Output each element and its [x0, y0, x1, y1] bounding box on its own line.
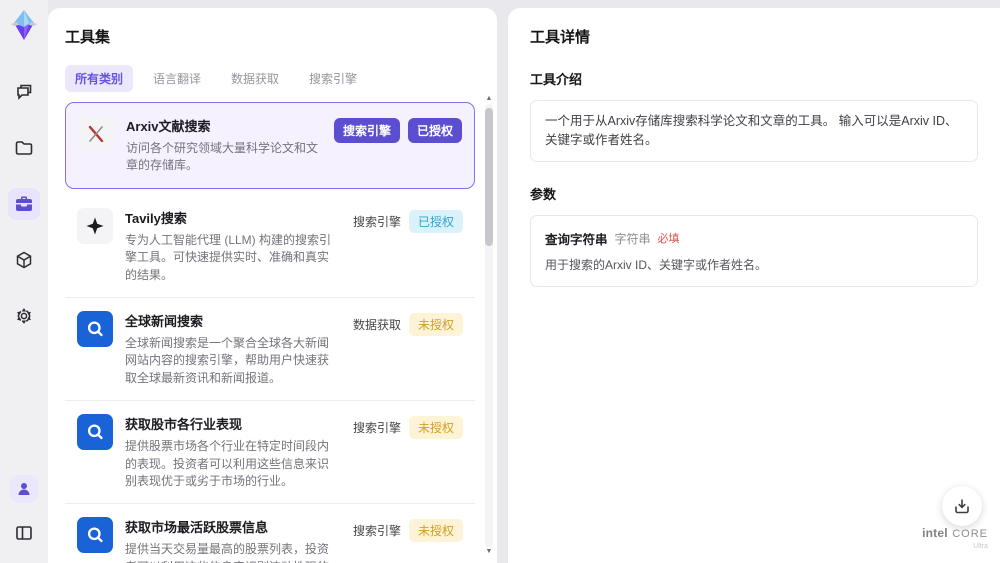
tab-0[interactable]: 所有类别	[65, 65, 134, 92]
list-scrollbar[interactable]: ▲ ▼	[484, 94, 494, 557]
brand-core: CORE	[952, 527, 988, 540]
param-required-badge: 必填	[657, 233, 680, 245]
intro-text: 一个用于从Arxiv存储库搜索科学论文和文章的工具。 输入可以是Arxiv ID…	[530, 100, 978, 162]
detail-title: 工具详情	[530, 29, 591, 46]
page-title: 工具集	[65, 29, 111, 46]
tool-category-label: 搜索引擎	[352, 421, 401, 436]
tool-name: 全球新闻搜索	[125, 313, 204, 329]
download-button[interactable]	[942, 486, 982, 526]
tools-panel: 工具集 所有类别 语言翻译 数据获取 搜索引擎 Arxiv文献搜索 访问各个研究领域大…	[48, 8, 497, 563]
user-icon[interactable]	[10, 475, 38, 503]
tavily-icon	[77, 207, 113, 244]
tool-desc: 提供股票市场各个行业在特定时间段内的表现。投资者可以利用这些信息来识别表现优于或…	[125, 439, 330, 488]
auth-status-badge: 已授权	[408, 209, 463, 233]
tool-desc: 提供当天交易量最高的股票列表，投资者可以利用这些信息来识别流动性强的股票和潜在的…	[125, 542, 330, 563]
params-heading: 参数	[530, 186, 557, 202]
logo-gem-icon[interactable]	[7, 8, 41, 42]
param-item: 查询字符串 字符串 必填 用于搜索的Arxiv ID、关键字或作者姓名。	[530, 214, 978, 287]
download-icon	[953, 497, 971, 515]
brand-intel: intel	[922, 525, 948, 540]
scrollbar-thumb[interactable]	[485, 108, 493, 246]
search-blue-icon	[77, 414, 113, 451]
folder-icon[interactable]	[8, 132, 40, 164]
auth-status-badge: 未授权	[408, 312, 463, 336]
category-tabs: 所有类别 语言翻译 数据获取 搜索引擎	[65, 65, 497, 92]
intro-heading: 工具介绍	[530, 72, 583, 87]
auth-status-badge: 未授权	[408, 519, 463, 543]
tab-1[interactable]: 语言翻译	[143, 65, 211, 92]
tool-row[interactable]: 获取股市各行业表现 提供股票市场各个行业在特定时间段内的表现。投资者可以利用这些…	[65, 401, 475, 505]
param-type: 字符串	[614, 231, 651, 246]
chat-icon[interactable]	[8, 76, 40, 108]
param-desc: 用于搜索的Arxiv ID、关键字或作者姓名。	[545, 257, 768, 272]
brand-ultra: Ultra	[973, 543, 988, 551]
scrollbar-track[interactable]	[485, 104, 493, 547]
tool-detail-panel: 工具详情 工具介绍 一个用于从Arxiv存储库搜索科学论文和文章的工具。 输入可…	[508, 8, 1000, 563]
panel-toggle-icon[interactable]	[8, 517, 40, 549]
tool-category-label: 搜索引擎	[352, 524, 401, 539]
toolbox-icon[interactable]	[8, 188, 40, 220]
tool-name: Tavily搜索	[125, 210, 187, 226]
tool-category-label: 搜索引擎	[333, 118, 400, 143]
tool-list: Arxiv文献搜索 访问各个研究领域大量科学论文和文章的存储库。 搜索引擎 已授…	[65, 102, 497, 563]
gear-icon[interactable]	[8, 300, 40, 332]
tab-3[interactable]: 搜索引擎	[299, 65, 367, 92]
tool-desc: 专为人工智能代理 (LLM) 构建的搜索引擎工具。可快速提供实时、准确和真实的结…	[125, 232, 332, 282]
tool-row[interactable]: 获取市场最活跃股票信息 提供当天交易量最高的股票列表，投资者可以利用这些信息来识…	[65, 504, 475, 563]
tool-name: Arxiv文献搜索	[126, 119, 211, 134]
tool-row[interactable]: 全球新闻搜索 全球新闻搜索是一个聚合全球各大新闻网站内容的搜索引擎，帮助用户快速…	[65, 297, 475, 402]
tool-desc: 访问各个研究领域大量科学论文和文章的存储库。	[126, 141, 319, 173]
tool-category-label: 数据获取	[352, 317, 401, 332]
tool-name: 获取市场最活跃股票信息	[125, 520, 269, 536]
param-name: 查询字符串	[545, 232, 608, 247]
auth-status-badge: 未授权	[408, 416, 463, 440]
intel-core-logo: intel CORE Ultra	[922, 524, 988, 551]
tool-desc: 全球新闻搜索是一个聚合全球各大新闻网站内容的搜索引擎，帮助用户快速获取全球最新资…	[125, 335, 330, 385]
tool-row[interactable]: Tavily搜索 专为人工智能代理 (LLM) 构建的搜索引擎工具。可快速提供实…	[65, 194, 475, 298]
tool-category-label: 搜索引擎	[352, 214, 401, 229]
arxiv-icon	[78, 116, 114, 152]
tool-row[interactable]: Arxiv文献搜索 访问各个研究领域大量科学论文和文章的存储库。 搜索引擎 已授…	[65, 102, 475, 189]
cube-icon[interactable]	[8, 244, 40, 276]
tab-2[interactable]: 数据获取	[221, 65, 289, 92]
search-blue-icon	[77, 517, 113, 554]
search-blue-icon	[77, 310, 113, 347]
scroll-down-icon[interactable]: ▼	[486, 547, 493, 557]
auth-status-badge: 已授权	[407, 118, 462, 143]
tool-name: 获取股市各行业表现	[125, 417, 243, 433]
scroll-up-icon[interactable]: ▲	[486, 94, 493, 104]
app-sidebar	[0, 0, 48, 563]
